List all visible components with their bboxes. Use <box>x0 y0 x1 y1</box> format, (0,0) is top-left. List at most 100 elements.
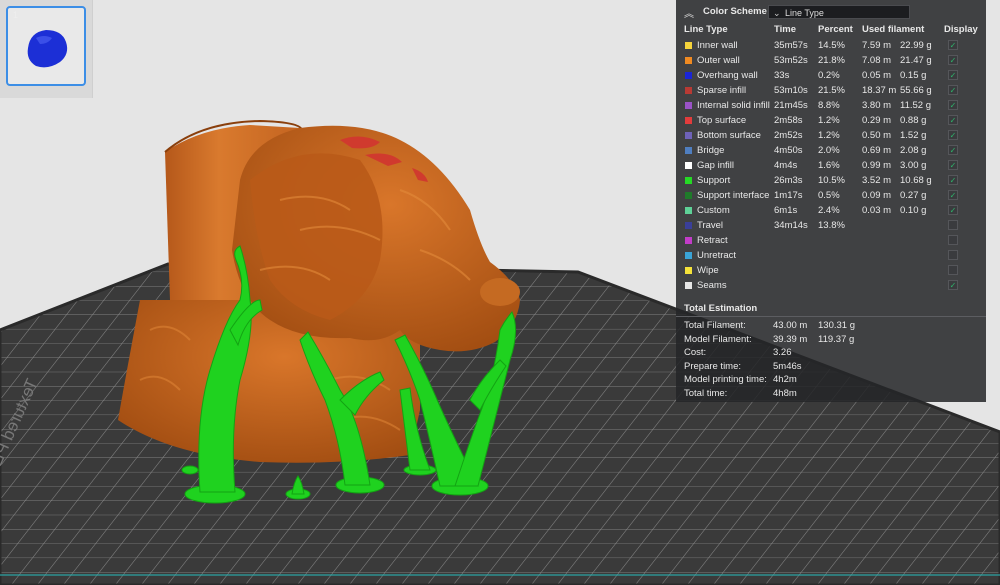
display-checkbox[interactable] <box>948 220 958 230</box>
total-row: Model Filament: 39.39 m 119.37 g <box>676 333 986 347</box>
color-scheme-dropdown[interactable]: ⌄ Line Type <box>768 5 910 19</box>
total-label: Model Filament: <box>684 333 752 345</box>
legend-row: Overhang wall 33s 0.2% 0.05 m 0.15 g ✓ <box>676 68 986 83</box>
line-type-name: Gap infill <box>697 160 734 171</box>
total-row: Model printing time: 4h2m <box>676 373 986 387</box>
legend-row: Bridge 4m50s 2.0% 0.69 m 2.08 g ✓ <box>676 143 986 158</box>
color-swatch <box>685 117 692 124</box>
line-weight: 10.68 g <box>900 175 932 186</box>
line-percent: 1.6% <box>818 160 840 171</box>
line-percent: 13.8% <box>818 220 845 231</box>
legend-row: Travel 34m14s 13.8% <box>676 218 986 233</box>
line-weight: 0.15 g <box>900 70 927 81</box>
color-swatch <box>685 267 692 274</box>
line-percent: 21.8% <box>818 55 845 66</box>
line-weight: 11.52 g <box>900 100 931 111</box>
totals-list: Total Filament: 43.00 m 130.31 g Model Fila… <box>676 319 986 401</box>
legend-row: Top surface 2m58s 1.2% 0.29 m 0.88 g ✓ <box>676 113 986 128</box>
col-line-type: Line Type <box>684 24 728 35</box>
legend-row: Outer wall 53m52s 21.8% 7.08 m 21.47 g ✓ <box>676 53 986 68</box>
line-length: 7.08 m <box>862 55 892 66</box>
display-checkbox-checked[interactable]: ✓ <box>948 205 958 215</box>
total-estimation-title: Total Estimation <box>684 303 758 314</box>
line-percent: 0.5% <box>818 190 840 201</box>
legend-rows: Inner wall 35m57s 14.5% 7.59 m 22.99 g ✓ Outer… <box>676 38 986 293</box>
total-value-2: 119.37 g <box>818 333 855 345</box>
line-time: 4m50s <box>774 145 803 156</box>
color-swatch <box>685 132 692 139</box>
line-length: 0.03 m <box>862 205 892 216</box>
display-checkbox-checked[interactable]: ✓ <box>948 175 958 185</box>
line-weight: 21.47 g <box>900 55 932 66</box>
total-label: Prepare time: <box>684 360 742 372</box>
col-percent: Percent <box>818 24 853 35</box>
display-checkbox[interactable] <box>948 235 958 245</box>
line-weight: 1.52 g <box>900 130 927 141</box>
total-value: 3.26 <box>773 347 792 359</box>
display-checkbox-checked[interactable]: ✓ <box>948 130 958 140</box>
total-row: Total Filament: 43.00 m 130.31 g <box>676 319 986 333</box>
line-type-name: Inner wall <box>697 40 738 51</box>
display-checkbox-checked[interactable]: ✓ <box>948 160 958 170</box>
display-checkbox-checked[interactable]: ✓ <box>948 55 958 65</box>
display-checkbox-checked[interactable]: ✓ <box>948 115 958 125</box>
line-type-name: Custom <box>697 205 730 216</box>
legend-row: Internal solid infill 21m45s 8.8% 3.80 m 11.… <box>676 98 986 113</box>
total-value: 5m46s <box>773 360 802 372</box>
display-checkbox-checked[interactable]: ✓ <box>948 145 958 155</box>
line-length: 0.50 m <box>862 130 892 141</box>
line-percent: 2.4% <box>818 205 840 216</box>
line-time: 35m57s <box>774 40 808 51</box>
display-checkbox-checked[interactable]: ✓ <box>948 100 958 110</box>
collapse-chevron-icon[interactable]: ︽ <box>684 5 694 20</box>
color-swatch <box>685 42 692 49</box>
line-length: 0.69 m <box>862 145 892 156</box>
line-time: 53m52s <box>774 55 808 66</box>
display-checkbox-checked[interactable]: ✓ <box>948 190 958 200</box>
line-type-name: Wipe <box>697 265 719 276</box>
legend-row: Retract <box>676 233 986 248</box>
col-used-filament: Used filament <box>862 24 925 35</box>
color-swatch <box>685 57 692 64</box>
display-checkbox[interactable] <box>948 250 958 260</box>
color-swatch <box>685 102 692 109</box>
color-swatch <box>685 192 692 199</box>
col-display: Display <box>944 24 978 35</box>
legend-row: Unretract <box>676 248 986 263</box>
line-percent: 10.5% <box>818 175 845 186</box>
legend-header: Line Type Time Percent Used filament Dis… <box>676 24 986 38</box>
line-time: 6m1s <box>774 205 798 216</box>
total-value: 39.39 m <box>773 333 808 345</box>
line-type-name: Overhang wall <box>697 70 758 81</box>
line-length: 0.99 m <box>862 160 892 171</box>
line-type-name: Internal solid infill <box>697 100 770 111</box>
line-type-name: Sparse infill <box>697 85 747 96</box>
line-percent: 1.2% <box>818 115 840 126</box>
legend-row: Support interface 1m17s 0.5% 0.09 m 0.27 g ✓ <box>676 188 986 203</box>
line-weight: 0.88 g <box>900 115 927 126</box>
legend-row: Support 26m3s 10.5% 3.52 m 10.68 g ✓ <box>676 173 986 188</box>
total-label: Model printing time: <box>684 374 767 386</box>
display-checkbox-checked[interactable]: ✓ <box>948 280 958 290</box>
line-percent: 1.2% <box>818 130 840 141</box>
line-time: 2m52s <box>774 130 803 141</box>
display-checkbox-checked[interactable]: ✓ <box>948 85 958 95</box>
line-length: 3.80 m <box>862 100 892 111</box>
total-value: 4h2m <box>773 374 797 386</box>
line-percent: 0.2% <box>818 70 840 81</box>
color-scheme-title: Color Scheme <box>703 6 767 17</box>
total-row: Total time: 4h8m <box>676 387 986 401</box>
line-weight: 2.08 g <box>900 145 927 156</box>
line-type-name: Retract <box>697 235 728 246</box>
display-checkbox-checked[interactable]: ✓ <box>948 40 958 50</box>
display-checkbox-checked[interactable]: ✓ <box>948 70 958 80</box>
display-checkbox[interactable] <box>948 265 958 275</box>
color-swatch <box>685 87 692 94</box>
plate-preview-icon <box>27 30 68 68</box>
total-label: Total Filament: <box>684 320 746 331</box>
line-type-name: Bottom surface <box>697 130 761 141</box>
color-swatch <box>685 252 692 259</box>
plate-thumbnail[interactable]: 1 <box>6 6 86 86</box>
total-row: Cost: 3.26 <box>676 346 986 360</box>
total-value-2: 130.31 g <box>818 320 855 331</box>
